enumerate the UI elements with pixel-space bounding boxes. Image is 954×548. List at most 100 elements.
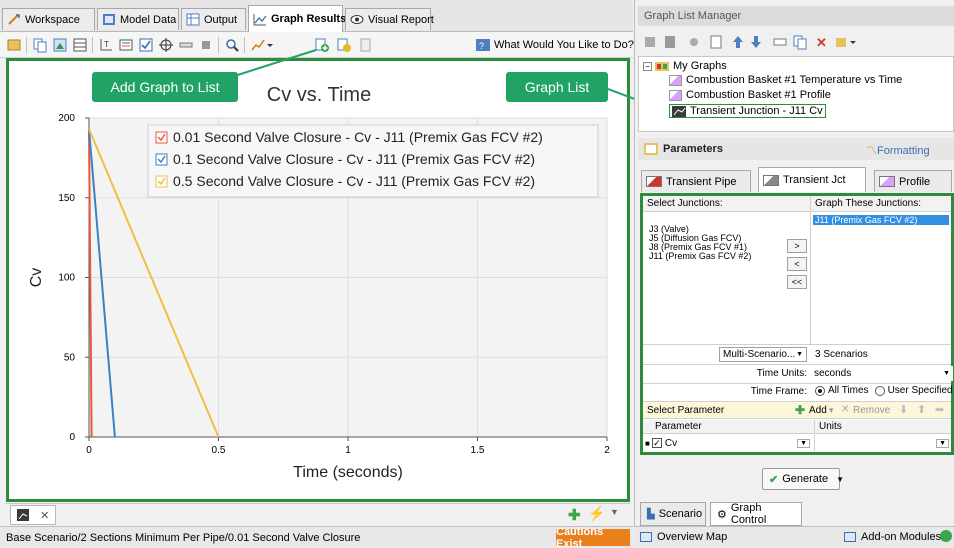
rename-icon[interactable] (772, 34, 788, 50)
collapse-icon[interactable]: − (643, 61, 652, 71)
units-cell[interactable]: ▼ (817, 435, 951, 451)
axis-icon[interactable]: T (98, 37, 114, 53)
formatting-link[interactable]: 〽Formatting (866, 142, 930, 158)
pin-icon[interactable] (642, 34, 658, 50)
graph-panel: 0 0.5 1 1.5 2 0 50 100 150 200 Cv vs. Time Time (se… (6, 58, 630, 502)
tab-visual-report[interactable]: Visual Report (345, 8, 434, 30)
graph-list-toolbar: ✕ (638, 30, 954, 54)
move-right-icon[interactable]: ➡ (935, 403, 944, 416)
tab-profile[interactable]: Profile (874, 170, 952, 192)
duplicate-icon[interactable] (792, 34, 808, 50)
tab-workspace[interactable]: Workspace (2, 8, 95, 30)
tab-model-data[interactable]: Model Data (97, 8, 179, 30)
open-icon[interactable] (6, 37, 22, 53)
parameters-label: Parameters (663, 143, 723, 155)
tab-model-data-label: Model Data (120, 13, 177, 26)
ruler-icon[interactable] (178, 37, 194, 53)
tree-item-transient-junction[interactable]: Transient Junction - J11 Cv (669, 104, 826, 118)
table-icon[interactable] (72, 37, 88, 53)
crosshair-icon[interactable] (158, 37, 174, 53)
arrow-down-icon[interactable] (748, 34, 764, 50)
parameter-checkbox[interactable]: ✓ (651, 438, 662, 448)
move-left-button[interactable]: < (787, 257, 807, 271)
move-down-icon[interactable]: ⬇ (899, 403, 908, 416)
addon-modules-button[interactable]: Add-on Modules (844, 531, 941, 543)
y-tick-label: 150 (58, 193, 75, 204)
move-all-left-button[interactable]: << (787, 275, 807, 289)
generate-label: Generate (782, 473, 829, 485)
delete-graph-icon[interactable] (358, 37, 374, 53)
tab-transient-jct[interactable]: Transient Jct (758, 167, 866, 192)
arrow-up-icon[interactable] (730, 34, 746, 50)
tree-root-my-graphs[interactable]: − My Graphs (643, 60, 727, 72)
chevron-down-icon[interactable]: ▼ (610, 507, 619, 517)
copy-icon[interactable] (32, 37, 48, 53)
tab-graph-results[interactable]: Graph Results (248, 5, 347, 32)
tree-root-label: My Graphs (673, 60, 727, 72)
formatting-icon: 〽 (866, 145, 877, 157)
save-image-icon[interactable] (52, 37, 68, 53)
remove-button[interactable]: Remove (853, 405, 890, 416)
tab-graph-control-label: Graph Control (730, 502, 767, 526)
close-tab-icon[interactable]: ✕ (40, 509, 49, 522)
delete-icon[interactable]: ✕ (816, 35, 827, 51)
checkbox-icon[interactable] (138, 37, 154, 53)
tree-item-combustion-profile[interactable]: Combustion Basket #1 Profile (669, 89, 831, 101)
time-units-dropdown[interactable]: seconds ▼ (811, 366, 953, 381)
parameters-header: Parameters 〽Formatting (638, 138, 954, 160)
help-link[interactable]: What Would You Like to Do? (494, 39, 634, 51)
gear-icon: ⚙ (717, 508, 727, 521)
tab-output[interactable]: Output (181, 8, 246, 30)
junction-item[interactable]: J11 (Premix Gas FCV #2) (649, 251, 751, 261)
tree-item-label: Combustion Basket #1 Temperature vs Time (686, 74, 903, 86)
help-icon[interactable]: ? (475, 37, 491, 53)
multi-scenario-dropdown[interactable]: Multi-Scenario... ▼ (719, 347, 807, 362)
stop-icon[interactable] (198, 37, 214, 53)
select-parameter-label: Select Parameter (647, 405, 725, 416)
tab-scenario[interactable]: ▙ Scenario (640, 502, 706, 526)
callout-add-graph: Add Graph to List (92, 72, 238, 102)
legend-icon[interactable] (118, 37, 134, 53)
add-icon[interactable]: ✚ (795, 403, 805, 417)
tab-transient-pipe-label: Transient Pipe (666, 175, 737, 188)
parameter-col-header: Parameter (643, 420, 815, 434)
selected-junction-item[interactable]: J11 (Premix Gas FCV #2) (813, 215, 949, 225)
scenario-icon: ▙ (647, 508, 655, 520)
add-tab-icon[interactable]: ✚ (568, 506, 581, 524)
x-tick-label: 0 (86, 445, 92, 456)
chevron-down-icon[interactable]: ▾ (829, 405, 834, 416)
junction-list: J3 (Valve) J5 (Diffusion Gas FCV) J8 (Pr… (643, 212, 811, 344)
document-icon[interactable] (708, 34, 724, 50)
chevron-down-icon[interactable]: ▼ (797, 438, 810, 448)
stack-icon[interactable] (662, 34, 678, 50)
x-tick-label: 2 (604, 445, 610, 456)
graph-tab[interactable]: ✕ (10, 505, 56, 525)
parameter-row[interactable]: ■ ✓ Cv ▼ (643, 435, 815, 451)
move-right-button[interactable]: > (787, 239, 807, 253)
tree-item-combustion-temperature[interactable]: Combustion Basket #1 Temperature vs Time (669, 74, 902, 86)
cautions-badge[interactable]: Cautions Exist (556, 526, 630, 548)
chevron-down-icon[interactable]: ▼ (836, 475, 844, 484)
tab-transient-pipe[interactable]: Transient Pipe (641, 170, 751, 192)
y-tick-label: 200 (58, 113, 75, 124)
graph-these-list: J11 (Premix Gas FCV #2) (811, 212, 951, 344)
all-times-radio[interactable] (815, 385, 825, 396)
list-edit-icon[interactable] (336, 37, 352, 53)
chevron-down-icon: ▼ (943, 370, 950, 377)
tab-graph-results-label: Graph Results (271, 13, 347, 25)
graph-these-header: Graph These Junctions: (811, 196, 951, 212)
user-specified-radio[interactable] (874, 385, 885, 396)
overview-map-button[interactable]: Overview Map (640, 531, 727, 543)
tab-graph-control[interactable]: ⚙ Graph Control (710, 502, 802, 526)
parameter-col-label: Parameter (655, 421, 702, 432)
add-button[interactable]: Add (809, 405, 827, 416)
chevron-down-icon[interactable]: ▼ (936, 438, 949, 448)
time-units-label: Time Units: (756, 368, 807, 379)
lightning-icon[interactable]: ⚡ (588, 505, 605, 522)
generate-button[interactable]: ✔ Generate ▼ (762, 468, 844, 490)
remove-icon[interactable]: ✕ (841, 404, 849, 415)
folder-dropdown-icon[interactable] (834, 34, 858, 50)
x-tick-label: 0.5 (212, 445, 226, 456)
paint-icon[interactable] (686, 34, 702, 50)
move-up-icon[interactable]: ⬆ (917, 403, 926, 416)
